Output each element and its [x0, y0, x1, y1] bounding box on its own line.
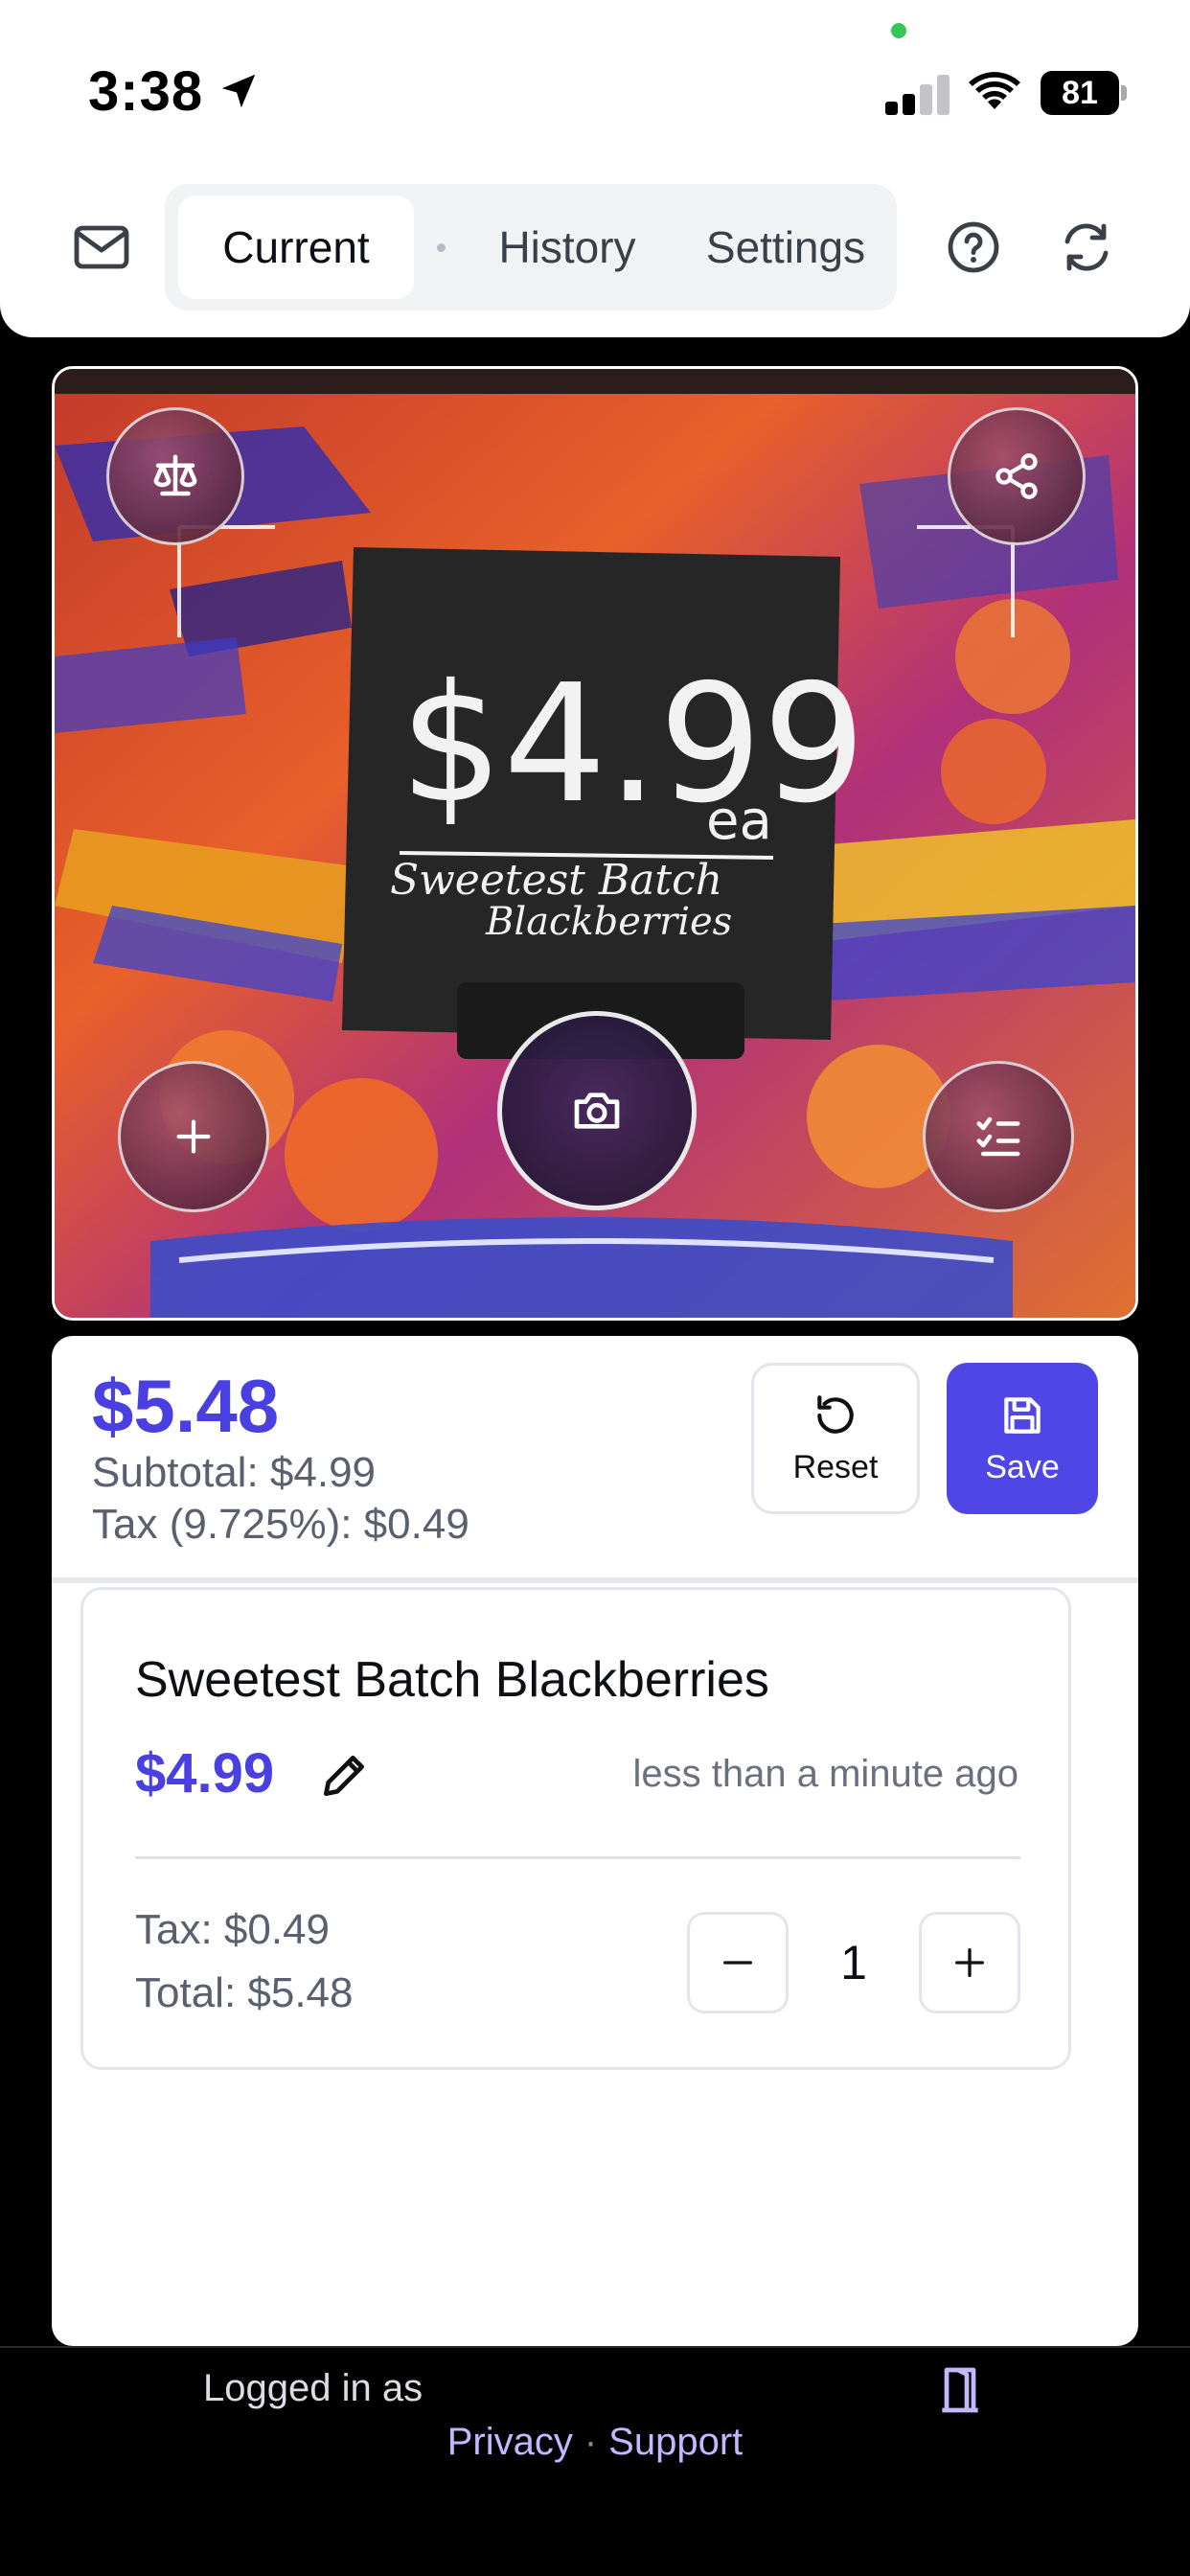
increase-quantity-button[interactable] — [919, 1912, 1020, 2013]
save-button[interactable]: Save — [947, 1363, 1098, 1514]
reset-icon — [817, 1394, 854, 1434]
location-arrow-icon — [221, 74, 256, 108]
tax-line: Tax (9.725%): $0.49 — [92, 1501, 469, 1548]
plus-icon — [176, 1119, 211, 1154]
help-button[interactable] — [935, 209, 1012, 286]
top-header: 3:38 81 Current History Settings — [0, 0, 1190, 337]
quantity-value: 1 — [840, 1936, 867, 1990]
wifi-icon — [969, 72, 1020, 109]
support-link[interactable]: Support — [608, 2421, 743, 2463]
checklist-button[interactable] — [923, 1061, 1074, 1212]
capture-button[interactable] — [497, 1011, 697, 1210]
tab-separator-dot — [437, 243, 446, 252]
mail-icon — [74, 225, 129, 269]
sign-price: $4.99 — [400, 650, 866, 840]
camera-preview: $4.99 ea Sweetest Batch Blackberries — [52, 366, 1138, 1321]
grand-total: $5.48 — [92, 1364, 280, 1448]
item-timestamp: less than a minute ago — [632, 1753, 1018, 1795]
save-label: Save — [985, 1448, 1060, 1485]
status-bar: 3:38 81 — [0, 0, 1190, 144]
nav-row: Current History Settings — [0, 184, 1190, 312]
reset-button[interactable]: Reset — [751, 1363, 920, 1514]
logout-icon[interactable] — [933, 2363, 987, 2417]
privacy-link[interactable]: Privacy — [447, 2421, 573, 2463]
mail-button[interactable] — [63, 209, 140, 286]
checklist-icon — [976, 1116, 1020, 1157]
minus-icon — [723, 1961, 752, 1965]
sign-line-1: Sweetest Batch — [390, 856, 722, 905]
share-icon — [995, 453, 1038, 499]
list-item: Sweetest Batch Blackberries $4.99 less t… — [80, 1587, 1071, 2070]
tab-switcher: Current History Settings — [165, 184, 897, 310]
camera-icon — [574, 1092, 620, 1129]
privacy-indicator — [891, 23, 906, 38]
sign-unit: ea — [706, 790, 772, 852]
footer-links: Privacy · Support — [0, 2421, 1190, 2464]
decrease-quantity-button[interactable] — [687, 1912, 789, 2013]
subtotal: Subtotal: $4.99 — [92, 1449, 377, 1496]
reset-label: Reset — [792, 1448, 879, 1485]
summary-panel: $5.48 Subtotal: $4.99 Tax (9.725%): $0.4… — [52, 1336, 1138, 2346]
refresh-icon — [1064, 223, 1109, 271]
battery-level: 81 — [1041, 71, 1119, 115]
save-icon — [1004, 1396, 1041, 1434]
signal-icon — [885, 75, 950, 115]
item-price: $4.99 — [135, 1742, 275, 1805]
plus-icon — [955, 1948, 984, 1977]
sign-line-2: Blackberries — [485, 900, 732, 944]
footer-divider — [0, 2346, 1190, 2348]
logged-in-label: Logged in as — [203, 2367, 423, 2409]
tab-history[interactable]: History — [452, 196, 682, 299]
item-name: Sweetest Batch Blackberries — [135, 1652, 769, 1708]
help-icon — [948, 221, 999, 273]
pencil-icon[interactable] — [317, 1749, 371, 1803]
share-button[interactable] — [948, 407, 1086, 545]
tab-settings[interactable]: Settings — [680, 196, 891, 299]
tab-current[interactable]: Current — [178, 196, 414, 299]
compare-scale-button[interactable] — [106, 407, 244, 545]
battery-indicator: 81 — [1041, 71, 1127, 115]
refresh-button[interactable] — [1048, 209, 1125, 286]
footer-separator: · — [584, 2421, 598, 2463]
status-time: 3:38 — [88, 60, 204, 123]
summary-divider — [52, 1577, 1138, 1583]
item-divider — [135, 1856, 1020, 1859]
add-item-button[interactable] — [118, 1061, 269, 1212]
item-tax: Tax: $0.49 — [135, 1906, 331, 1953]
item-total: Total: $5.48 — [135, 1969, 354, 2016]
scale-icon — [153, 454, 197, 496]
